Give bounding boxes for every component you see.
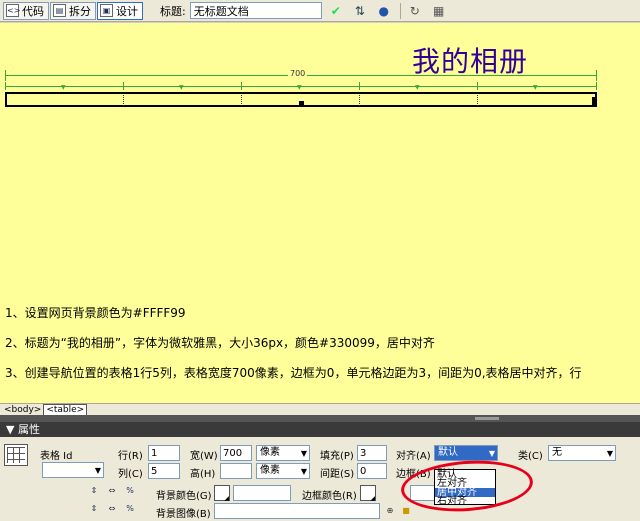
table-id-select[interactable]: ▼ [42, 462, 104, 478]
class-select[interactable]: 无 ▼ [548, 445, 616, 461]
bordercolor-swatch[interactable] [360, 485, 376, 502]
design-view-button[interactable]: ▣ 设计 [97, 1, 143, 20]
percent-width-icon[interactable]: % [124, 504, 136, 514]
pixels-width-icon[interactable]: ⇔ [106, 504, 118, 514]
instruction-line-3: 3、创建导航位置的表格1行5列，表格宽度700像素，边框为0，单元格边距为3，间… [5, 366, 582, 380]
bgcolor-swatch[interactable] [214, 485, 230, 502]
properties-panel: 表格 Id ▼ 行(R) 列(C) 宽(W) 高(H) 像素▼ 像素▼ 填充(P… [0, 437, 640, 521]
bgimage-label: 背景图像(B) [156, 509, 211, 520]
preview-browser-icon[interactable]: ● [374, 2, 394, 20]
spacing-input[interactable] [357, 463, 387, 479]
table-id-label: 表格 Id [40, 451, 73, 462]
resize-handle-corner[interactable] [592, 101, 597, 106]
validate-icon[interactable]: ✔ [326, 2, 346, 20]
tag-body[interactable]: <body> [2, 405, 43, 415]
class-label: 类(C) [518, 451, 543, 462]
cols-input[interactable] [148, 463, 180, 479]
width-input[interactable] [220, 445, 252, 461]
clear-row-heights-icon[interactable]: ⇕ [88, 486, 100, 496]
title-label: 标题: [160, 4, 186, 18]
nav-table[interactable] [5, 92, 597, 107]
padding-label: 填充(P) [320, 451, 354, 462]
padding-input[interactable] [357, 445, 387, 461]
file-transfer-icon[interactable]: ⇅ [350, 2, 370, 20]
table-width-label[interactable]: 700 [288, 69, 308, 78]
table-width-ruler: 700 [5, 69, 597, 83]
properties-panel-header[interactable]: ▼ 属性 [0, 422, 640, 437]
convert-to-pixels-icon[interactable]: ⇔ [106, 486, 118, 496]
split-view-button[interactable]: ▤ 拆分 [50, 1, 96, 20]
bordercolor-label: 边框颜色(R) [302, 491, 357, 502]
column-width-guides: ▼ ▼ ▼ ▼ ▼ [5, 82, 597, 92]
browse-folder-icon[interactable]: ■ [400, 506, 412, 516]
tag-selector: <body> <table> [0, 403, 640, 416]
height-label: 高(H) [190, 469, 216, 480]
bgimage-input[interactable] [214, 503, 380, 519]
resize-handle-bottom[interactable] [299, 101, 304, 106]
convert-to-percent-icon[interactable]: % [124, 486, 136, 496]
panel-splitter[interactable] [0, 415, 640, 422]
width-unit-select[interactable]: 像素 ▼ [256, 445, 310, 461]
bgcolor-label: 背景颜色(G) [156, 491, 212, 502]
bgcolor-input[interactable] [233, 485, 291, 501]
rows-label: 行(R) [118, 451, 143, 462]
design-icon: ▣ [100, 4, 113, 17]
height-unit-select[interactable]: 像素 ▼ [256, 463, 310, 479]
instruction-line-1: 1、设置网页背景颜色为#FFFF99 [5, 306, 186, 320]
tag-table[interactable]: <table> [43, 403, 88, 416]
point-to-file-icon[interactable]: ⊕ [384, 506, 396, 516]
height-input[interactable] [220, 463, 252, 479]
code-icon: <> [6, 4, 21, 17]
view-options-icon[interactable]: ▦ [429, 2, 449, 20]
toolbar-separator [399, 2, 401, 19]
rows-input[interactable] [148, 445, 180, 461]
spacing-label: 间距(S) [320, 469, 355, 480]
code-view-button[interactable]: <> 代码 [3, 1, 49, 20]
refresh-icon[interactable]: ↻ [405, 2, 425, 20]
clear-col-widths-icon[interactable]: ⇕ [88, 504, 100, 514]
title-input[interactable] [189, 2, 322, 19]
align-label: 对齐(A) [396, 451, 431, 462]
width-label: 宽(W) [190, 451, 218, 462]
align-select[interactable]: 默认 ▼ [434, 445, 498, 461]
design-canvas[interactable]: 我的相册 700 ▼ ▼ ▼ ▼ ▼ 1、设置网页背景颜色为#FFFF99 2、… [0, 23, 640, 403]
split-icon: ▤ [53, 4, 66, 17]
table-icon [4, 444, 28, 466]
document-toolbar: <> 代码 ▤ 拆分 ▣ 设计 标题: ✔ ⇅ ● ↻ ▦ [0, 0, 640, 22]
instruction-line-2: 2、标题为“我的相册”，字体为微软雅黑，大小36px，颜色#330099，居中对… [5, 336, 435, 350]
cols-label: 列(C) [118, 469, 143, 480]
